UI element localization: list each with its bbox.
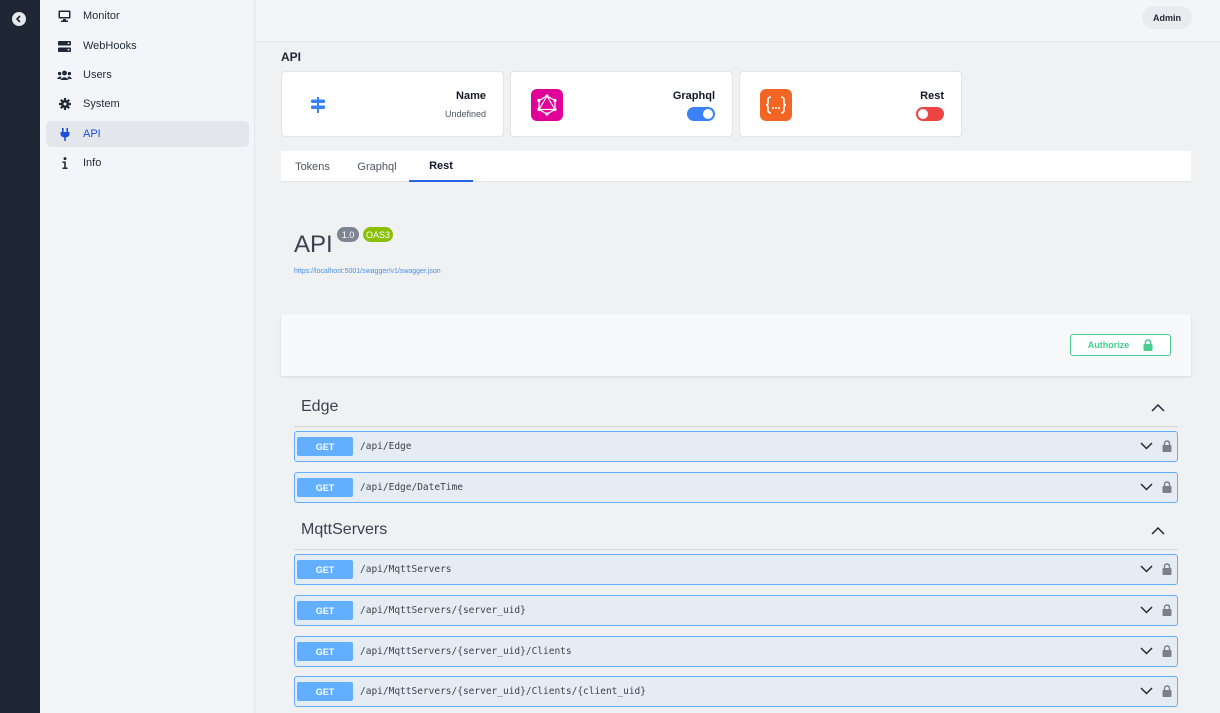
- chevron-up-icon[interactable]: [1151, 526, 1165, 536]
- info-icon: [62, 157, 67, 169]
- method-badge: GET: [297, 682, 353, 701]
- method-badge: GET: [297, 560, 353, 579]
- authorize-button[interactable]: Authorize: [1070, 334, 1171, 356]
- operation-get-mqttserver-by-uid[interactable]: GET /api/MqttServers/{server_uid}: [294, 595, 1178, 626]
- tab-graphql[interactable]: Graphql: [347, 151, 407, 182]
- sidebar-item-label: API: [83, 128, 101, 140]
- operation-path: /api/MqttServers/{server_uid}/Clients: [360, 646, 572, 657]
- lock-icon[interactable]: [1162, 563, 1172, 575]
- sidebar-item-label: WebHooks: [83, 40, 137, 52]
- gear-icon: [58, 98, 71, 110]
- section-title-edge[interactable]: Edge: [301, 398, 338, 416]
- lock-icon[interactable]: [1162, 481, 1172, 493]
- signpost-icon: [302, 89, 334, 121]
- graphql-icon: [531, 89, 563, 121]
- operation-path: /api/MqttServers/{server_uid}: [360, 605, 526, 616]
- sidebar-item-monitor[interactable]: Monitor: [46, 3, 249, 29]
- method-badge: GET: [297, 642, 353, 661]
- operation-path: /api/MqttServers: [360, 564, 452, 575]
- plug-icon: [60, 127, 69, 141]
- users-icon: [57, 70, 72, 80]
- page-title: API: [281, 50, 302, 64]
- operation-get-mqttserver-clients[interactable]: GET /api/MqttServers/{server_uid}/Client…: [294, 636, 1178, 667]
- tab-rest[interactable]: Rest: [409, 151, 473, 182]
- name-card: Name Undefined: [281, 71, 504, 137]
- sidebar-item-label: Users: [83, 69, 112, 81]
- chevron-down-icon[interactable]: [1140, 564, 1153, 573]
- operation-get-mqttserver-client-by-uid[interactable]: GET /api/MqttServers/{server_uid}/Client…: [294, 676, 1178, 707]
- chevron-left-icon: [15, 15, 21, 23]
- method-badge: GET: [297, 601, 353, 620]
- rest-card: Rest: [739, 71, 962, 137]
- top-header: Admin: [256, 0, 1220, 42]
- collapse-sidebar-button[interactable]: [12, 12, 26, 26]
- server-icon: [58, 40, 71, 52]
- chevron-down-icon[interactable]: [1140, 646, 1153, 655]
- tab-bar: Tokens Graphql Rest: [281, 151, 1191, 182]
- user-menu-button[interactable]: Admin: [1142, 6, 1192, 29]
- lock-icon[interactable]: [1162, 440, 1172, 452]
- rest-toggle[interactable]: [916, 107, 944, 121]
- chevron-down-icon[interactable]: [1140, 686, 1153, 695]
- operation-path: /api/Edge: [360, 441, 412, 452]
- sidebar-item-api[interactable]: API: [46, 121, 249, 147]
- oas-badge: OAS3: [363, 227, 393, 242]
- operation-path: /api/Edge/DateTime: [360, 482, 463, 493]
- sidebar-item-label: System: [83, 98, 120, 110]
- authorize-label: Authorize: [1087, 340, 1130, 350]
- method-badge: GET: [297, 478, 353, 497]
- name-card-label: Name: [456, 90, 486, 102]
- rest-card-label: Rest: [920, 90, 944, 102]
- chevron-down-icon[interactable]: [1140, 482, 1153, 491]
- sidebar: Monitor WebHooks Users System API Info: [40, 0, 255, 713]
- section-divider: [294, 426, 1178, 427]
- tab-tokens[interactable]: Tokens: [285, 151, 340, 182]
- version-badge: 1.0: [337, 227, 359, 242]
- graphql-card: Graphql: [510, 71, 733, 137]
- sidebar-item-users[interactable]: Users: [46, 62, 249, 88]
- chevron-up-icon[interactable]: [1151, 403, 1165, 413]
- lock-icon: [1143, 339, 1153, 351]
- lock-icon[interactable]: [1162, 604, 1172, 616]
- swagger-json-link[interactable]: https://localhost:5001/swagger/v1/swagge…: [294, 268, 441, 275]
- monitor-icon: [58, 10, 71, 22]
- graphql-toggle[interactable]: [687, 107, 715, 121]
- toggle-knob: [703, 109, 713, 119]
- chevron-down-icon[interactable]: [1140, 441, 1153, 450]
- operation-get-edge[interactable]: GET /api/Edge: [294, 431, 1178, 462]
- graphql-card-label: Graphql: [672, 90, 715, 102]
- operation-get-mqttservers[interactable]: GET /api/MqttServers: [294, 554, 1178, 585]
- toggle-knob: [918, 109, 928, 119]
- operation-path: /api/MqttServers/{server_uid}/Clients/{c…: [360, 686, 646, 697]
- sidebar-item-label: Monitor: [83, 10, 120, 22]
- section-title-mqttservers[interactable]: MqttServers: [301, 521, 387, 539]
- lock-icon[interactable]: [1162, 645, 1172, 657]
- swagger-title: API: [294, 231, 333, 258]
- sidebar-item-info[interactable]: Info: [46, 150, 249, 176]
- rest-braces-icon: [760, 89, 792, 121]
- method-badge: GET: [297, 437, 353, 456]
- chevron-down-icon[interactable]: [1140, 605, 1153, 614]
- operation-get-edge-datetime[interactable]: GET /api/Edge/DateTime: [294, 472, 1178, 503]
- name-card-value: Undefined: [444, 109, 486, 119]
- section-divider: [294, 549, 1178, 550]
- app-rail: [0, 0, 40, 713]
- sidebar-item-label: Info: [83, 157, 102, 169]
- lock-icon[interactable]: [1162, 685, 1172, 697]
- sidebar-item-webhooks[interactable]: WebHooks: [46, 33, 249, 59]
- sidebar-item-system[interactable]: System: [46, 91, 249, 117]
- authorize-section: Authorize: [281, 314, 1191, 376]
